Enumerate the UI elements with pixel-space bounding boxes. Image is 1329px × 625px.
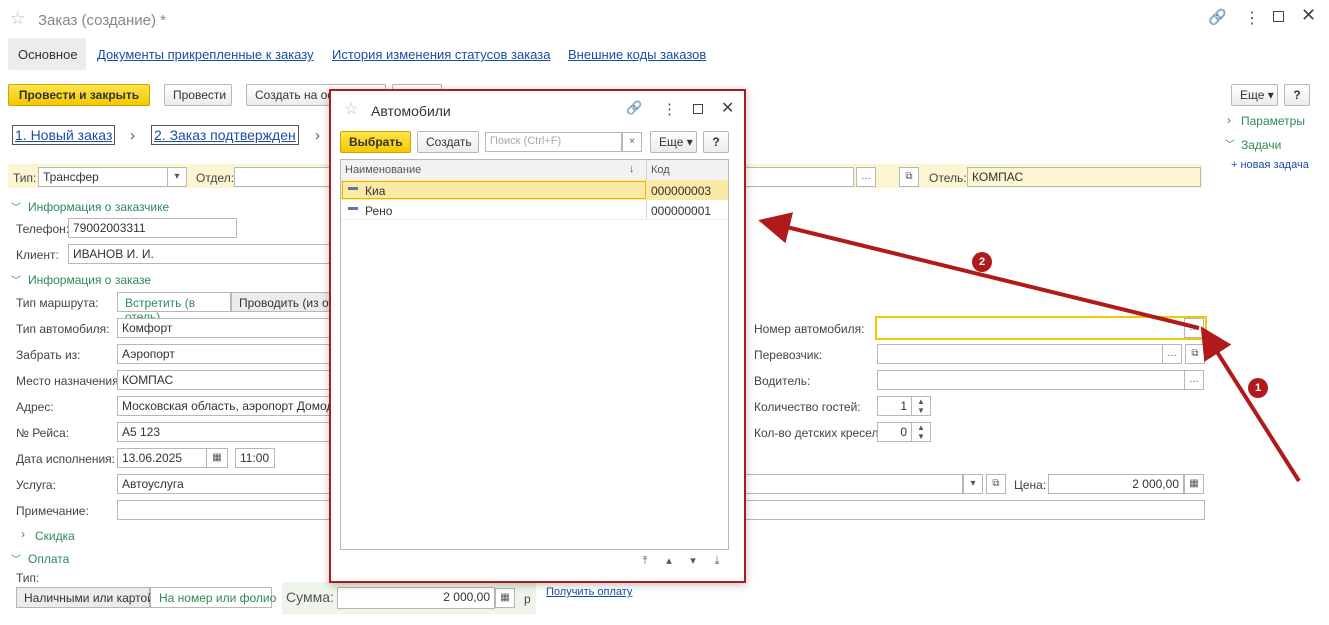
annotation-arrow-2	[758, 212, 1200, 330]
annotation-badge-2-label: 2	[978, 256, 986, 268]
annotation-badge-1: 1	[1248, 378, 1268, 398]
annotation-badge-2: 2	[972, 252, 992, 272]
annotation-arrows	[758, 212, 1301, 483]
annotation-badge-1-label: 1	[1254, 382, 1262, 394]
annotation-arrow-1	[1200, 326, 1301, 483]
